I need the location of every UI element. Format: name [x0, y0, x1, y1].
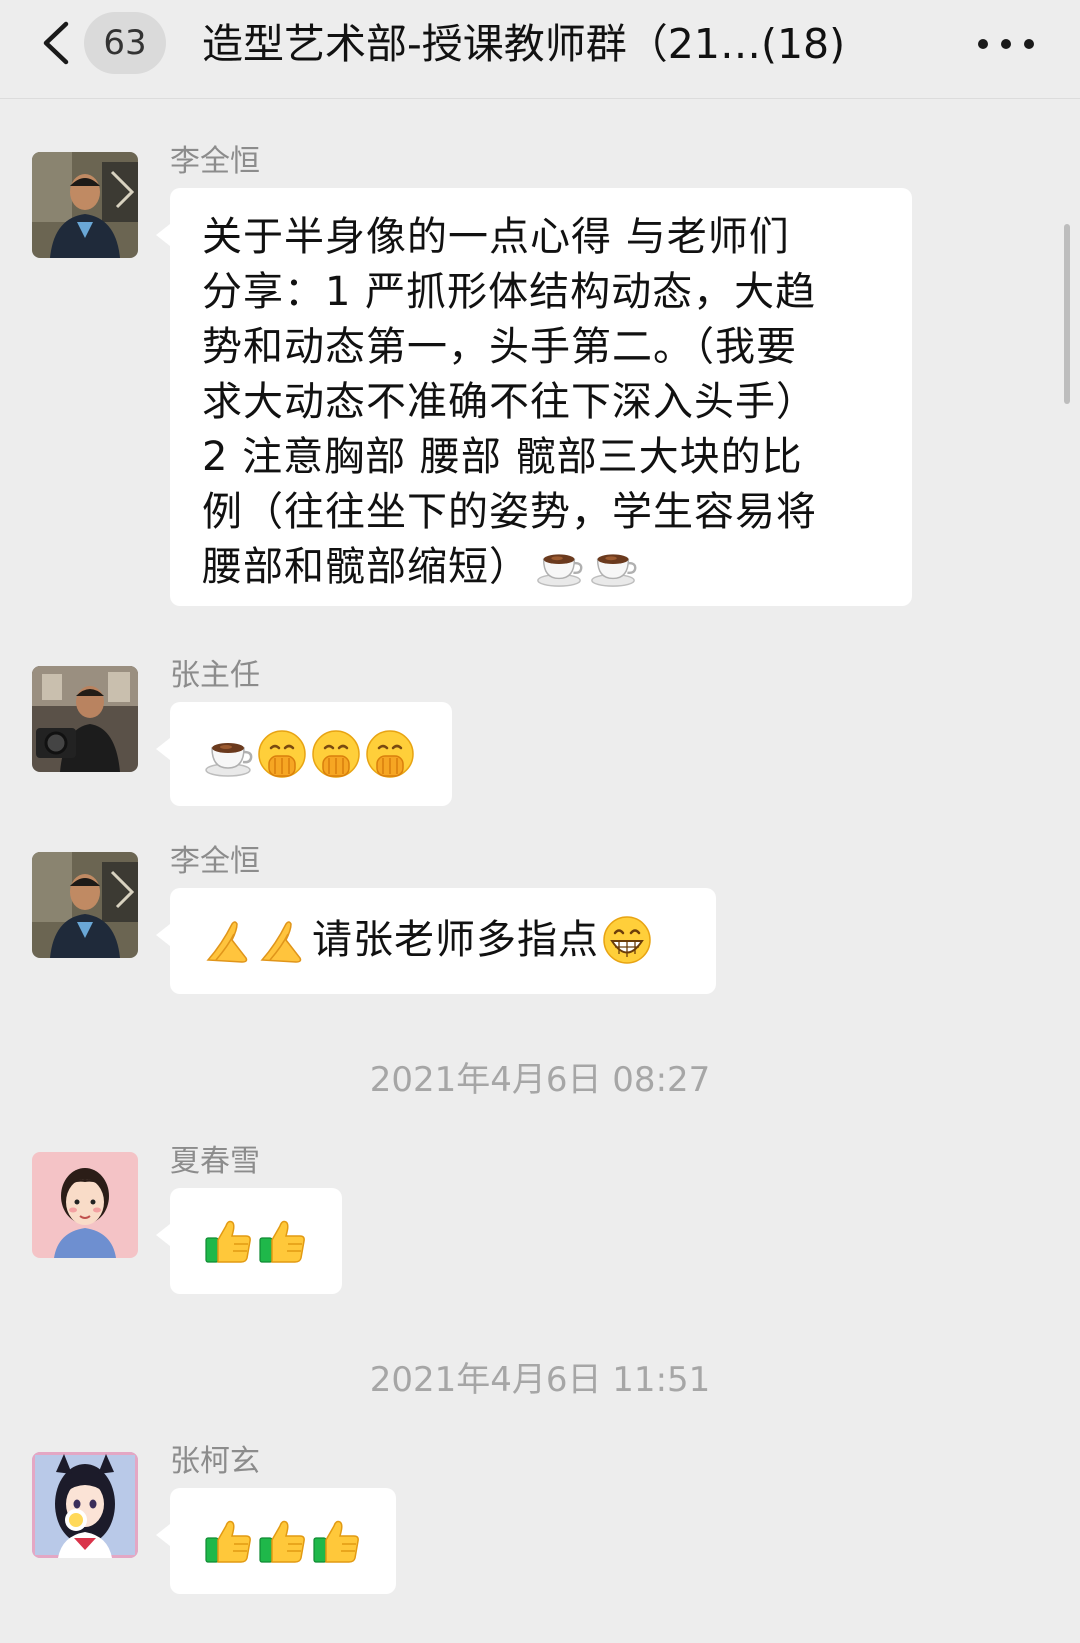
message-text-line: 2 注意胸部 腰部 髋部三大块的比	[202, 434, 803, 480]
chat-title[interactable]: 造型艺术部-授课教师群（21…(18)	[202, 14, 902, 74]
avatar[interactable]	[32, 666, 138, 772]
sender-name: 李全恒	[170, 144, 260, 179]
message-text-line: 例（往往坐下的姿势，学生容易将	[202, 489, 817, 535]
message-bubble[interactable]	[156, 1188, 342, 1294]
avatar[interactable]	[32, 1452, 138, 1558]
avatar-anime-girl	[32, 1452, 138, 1558]
more-button[interactable]	[978, 24, 1034, 64]
thumbs-up-emoji	[202, 1214, 254, 1266]
thumbs-up-emoji	[256, 1214, 308, 1266]
message-bubble[interactable]: 请张老师多指点	[156, 888, 716, 994]
message-text-line: 分享：1 严抓形体结构动态，大趋	[202, 269, 817, 315]
unread-count-badge[interactable]: 63	[84, 12, 166, 74]
message-bubble[interactable]: 关于半身像的一点心得 与老师们 分享：1 严抓形体结构动态，大趋 势和动态第一，…	[156, 188, 912, 606]
avatar[interactable]	[32, 152, 138, 258]
fist-salute-emoji	[310, 728, 362, 780]
more-dots-icon	[1001, 39, 1011, 49]
message-text: 请张老师多指点	[312, 917, 599, 963]
folded-hands-emoji	[256, 914, 308, 966]
sender-name: 夏春雪	[170, 1144, 260, 1179]
avatar[interactable]	[32, 1152, 138, 1258]
back-button[interactable]	[36, 18, 76, 68]
coffee-emoji	[202, 728, 254, 780]
sender-name: 李全恒	[170, 844, 260, 879]
chat-screen: 63 造型艺术部-授课教师群（21…(18) 李全恒 关于半身像的一点心得 与老	[0, 0, 1080, 1643]
sender-name: 张柯玄	[170, 1444, 260, 1479]
avatar[interactable]	[32, 852, 138, 958]
fist-salute-emoji	[364, 728, 416, 780]
message-text-line: 关于半身像的一点心得 与老师们	[202, 214, 790, 260]
message-bubble[interactable]	[156, 1488, 396, 1594]
message-text-line: 求大动态不准确不往下深入头手）	[202, 379, 817, 425]
coffee-emoji	[534, 540, 584, 590]
thumbs-up-emoji	[202, 1514, 254, 1566]
message-bubble[interactable]	[156, 702, 452, 806]
timestamp-divider: 2021年4月6日 08:27	[369, 1060, 711, 1100]
coffee-emoji	[588, 540, 638, 590]
grin-emoji	[601, 914, 653, 966]
more-dots-icon	[978, 39, 988, 49]
chat-header: 63 造型艺术部-授课教师群（21…(18)	[0, 0, 1080, 99]
message-text-line: 势和动态第一，头手第二。（我要	[202, 324, 797, 370]
avatar-photo-man	[32, 852, 138, 958]
emoji-row	[202, 1510, 364, 1570]
message-text: 腰部和髋部缩短）	[202, 544, 530, 590]
emoji-row	[202, 724, 420, 784]
scrollbar[interactable]	[1064, 224, 1070, 404]
emoji-row: 请张老师多指点	[202, 910, 684, 970]
avatar-photo-man-camera	[32, 666, 138, 772]
sender-name: 张主任	[170, 658, 260, 693]
folded-hands-emoji	[202, 914, 254, 966]
chevron-left-icon	[43, 21, 69, 65]
timestamp-divider: 2021年4月6日 11:51	[369, 1360, 711, 1400]
avatar-cartoon-woman	[32, 1152, 138, 1258]
thumbs-up-emoji	[256, 1514, 308, 1566]
thumbs-up-emoji	[310, 1514, 362, 1566]
more-dots-icon	[1024, 39, 1034, 49]
fist-salute-emoji	[256, 728, 308, 780]
message-text-line-last: 腰部和髋部缩短）	[202, 540, 880, 595]
avatar-photo-man	[32, 152, 138, 258]
emoji-row	[202, 1210, 310, 1270]
